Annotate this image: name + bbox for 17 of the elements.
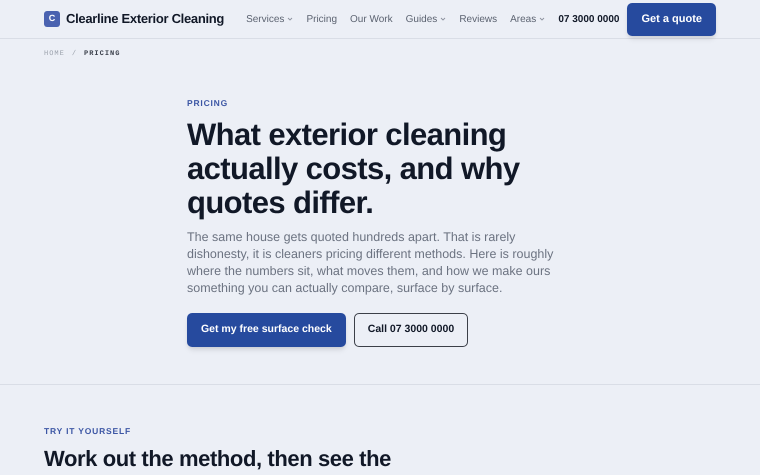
phone-link[interactable]: 07 3000 0000 [558,12,620,26]
section-title: Work out the method, then see the [44,445,392,474]
nav-link[interactable]: Our Work [350,12,393,26]
section-eyebrow: PRICING [187,96,230,110]
nav-link[interactable]: Areas [510,12,546,26]
nav-link[interactable]: Pricing [306,12,338,26]
logo-icon: C [44,11,60,27]
nav-link[interactable]: Services [246,12,294,26]
nav-link[interactable]: Reviews [459,12,498,26]
call-button[interactable]: Call 07 3000 0000 [354,313,468,348]
hero-description: The same house gets quoted hundreds apart. That is rarely dishonesty, it is cleaners pricing different methods. Here is roughly where the numbers sit, what moves them, and how we make ours something you can actually compare, surface by surface. [187,229,554,298]
section-eyebrow: TRY IT YOURSELF [44,424,132,438]
brand-name[interactable]: Clearline Exterior Cleaning [66,9,224,29]
surface-check-button[interactable]: Get my free surface check [187,313,346,348]
nav-link[interactable]: Guides [406,12,446,26]
quote-button[interactable]: Get a quote [627,2,716,36]
hero-title: What exterior cleaning actually costs, and why quotes differ. [187,118,521,220]
